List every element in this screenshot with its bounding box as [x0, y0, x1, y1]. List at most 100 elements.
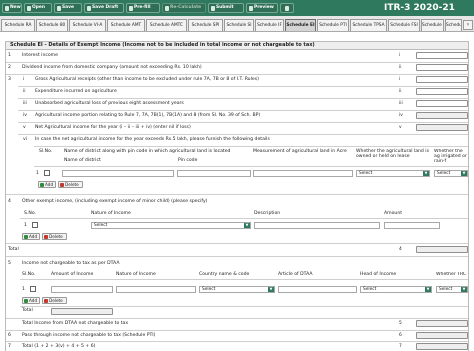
tab-schedule-fsi[interactable]: Schedule FSI — [388, 19, 420, 31]
other-row-number: 1 — [24, 223, 27, 228]
tab-schedule-via[interactable]: Schedule VI-A — [69, 19, 106, 31]
row-3iv-roman: iv — [23, 113, 27, 118]
other-col-slno: S.No. — [24, 211, 37, 216]
preview-button[interactable]: Preview — [246, 3, 278, 13]
save-button[interactable]: Save — [54, 3, 82, 13]
agri-row-checkbox[interactable] — [44, 170, 50, 176]
divider — [6, 330, 468, 331]
dtaa-country-select[interactable]: Select ▼ — [199, 286, 275, 293]
tab-schedule-tr[interactable]: Schedule TR — [421, 19, 444, 31]
tab-schedule-ei[interactable]: Schedule EI — [285, 19, 316, 31]
save-draft-button[interactable]: Save Draft — [84, 3, 124, 13]
row-3v-index: v — [399, 125, 402, 130]
recalculate-button[interactable]: Re-Calculate — [162, 3, 206, 13]
chevron-down-icon: ▼ — [244, 223, 250, 228]
interest-income-amount[interactable] — [416, 52, 468, 59]
net-agri-income-amount[interactable] — [416, 124, 468, 131]
tab-schedule-fa[interactable]: Schedule FA — [445, 19, 462, 31]
tab-schedule-si[interactable]: Schedule SI — [224, 19, 254, 31]
pass-through-income-amount[interactable] — [416, 332, 468, 339]
other-delete-button[interactable]: Delete — [42, 233, 67, 240]
divider — [18, 98, 468, 99]
row-4-number: 4 — [8, 199, 11, 204]
row-3vi-roman: vi — [23, 137, 27, 142]
chevron-down-icon: ▼ — [425, 287, 431, 292]
divider — [34, 146, 468, 147]
delete-icon — [60, 183, 64, 187]
dtaa-nature-input[interactable] — [116, 286, 196, 293]
total-exempt-amount[interactable] — [416, 343, 468, 350]
dtaa-total-amount[interactable] — [51, 308, 113, 315]
agri-delete-button[interactable]: Delete — [58, 181, 83, 188]
row-5-number: 5 — [8, 261, 11, 266]
agri-income-portion-amount[interactable] — [416, 112, 468, 119]
calculator-icon — [164, 5, 169, 11]
tab-schedule-80[interactable]: Schedule 80 — [36, 19, 68, 31]
agri-col-measurement: Measurement of agricultural land in Acre — [253, 149, 347, 154]
new-file-icon — [4, 5, 9, 11]
agri-expenditure-amount[interactable] — [416, 88, 468, 95]
dividend-income-amount[interactable] — [416, 64, 468, 71]
row-3v-roman: v — [23, 125, 26, 130]
row-3i-roman: i — [23, 77, 25, 82]
other-description-input[interactable] — [254, 222, 380, 229]
open-button[interactable]: Open — [24, 3, 52, 13]
unabsorbed-agri-loss-amount[interactable] — [416, 100, 468, 107]
new-button[interactable]: New — [2, 3, 22, 13]
dtaa-col-amount: Amount of Income — [51, 272, 94, 277]
add-icon — [24, 235, 28, 239]
dtaa-delete-button[interactable]: Delete — [42, 297, 67, 304]
tab-scroll-right-icon[interactable]: › — [463, 20, 473, 30]
row-1-number: 1 — [8, 53, 11, 58]
gross-agri-receipts-amount[interactable] — [416, 76, 468, 83]
agri-income-portion-label: Agricultural income portion relating to … — [35, 113, 261, 118]
other-total-amount[interactable] — [416, 246, 468, 253]
row-6-index: 6 — [399, 333, 402, 338]
recalculate-label: Re-Calculate — [170, 5, 202, 10]
other-nature-select[interactable]: Select ▼ — [91, 222, 251, 229]
other-exempt-income-label: Other exempt income, (including exempt i… — [22, 199, 208, 204]
prefill-button[interactable]: Pre-fill — [126, 3, 160, 13]
form-title: ITR-3 2020-21 — [384, 3, 455, 13]
dtaa-head-select[interactable]: Select ▼ — [360, 286, 432, 293]
other-row-checkbox[interactable] — [32, 222, 38, 228]
agri-pin-code-input[interactable] — [177, 170, 251, 177]
save-label: Save — [62, 5, 74, 10]
divider — [20, 279, 468, 280]
dtaa-add-button[interactable]: Add — [22, 297, 40, 304]
dtaa-amount-input[interactable] — [51, 286, 113, 293]
save-draft-icon — [86, 5, 91, 11]
dtaa-not-chargeable-amount[interactable] — [416, 320, 468, 327]
tab-schedule-tpsa[interactable]: Schedule TPSA — [350, 19, 387, 31]
help-button[interactable] — [280, 3, 294, 13]
agri-measurement-input[interactable] — [253, 170, 353, 177]
agri-district-name-input[interactable] — [62, 170, 174, 177]
other-amount-input[interactable] — [384, 222, 440, 229]
other-add-button[interactable]: Add — [22, 233, 40, 240]
schedule-tabs: Schedule RA Schedule 80 Schedule VI-A Sc… — [0, 16, 474, 32]
other-col-description: Description — [254, 211, 281, 216]
agri-owned-select[interactable]: Select ▼ — [356, 170, 430, 177]
agri-irrigated-select-value: Select — [437, 171, 451, 176]
tab-schedule-amt[interactable]: Schedule AMT — [107, 19, 145, 31]
tab-schedule-amtc[interactable]: Schedule AMTC — [146, 19, 187, 31]
tab-schedule-spi[interactable]: Schedule SPI — [188, 19, 223, 31]
dtaa-trc-select[interactable]: Select ▼ — [436, 286, 468, 293]
other-nature-select-value: Select — [94, 223, 108, 228]
agri-irrigated-select[interactable]: Select ▼ — [434, 170, 468, 177]
other-col-amount: Amount — [384, 211, 403, 216]
divider — [6, 62, 468, 63]
tab-schedule-pti[interactable]: Schedule PTI — [317, 19, 349, 31]
tab-schedule-if[interactable]: Schedule IF — [255, 19, 284, 31]
dtaa-article-input[interactable] — [278, 286, 357, 293]
tab-schedule-ra[interactable]: Schedule RA — [1, 19, 35, 31]
dtaa-head-select-value: Select — [363, 287, 377, 292]
chevron-down-icon: ▼ — [268, 287, 274, 292]
dtaa-income-label: Income not chargeable to tax as per DTAA — [22, 261, 120, 266]
dtaa-delete-label: Delete — [49, 298, 63, 303]
divider — [6, 318, 468, 319]
submit-button[interactable]: Submit — [208, 3, 244, 13]
agri-add-button[interactable]: Add — [38, 181, 56, 188]
dtaa-row-checkbox[interactable] — [30, 286, 36, 292]
agri-add-label: Add — [45, 182, 54, 187]
